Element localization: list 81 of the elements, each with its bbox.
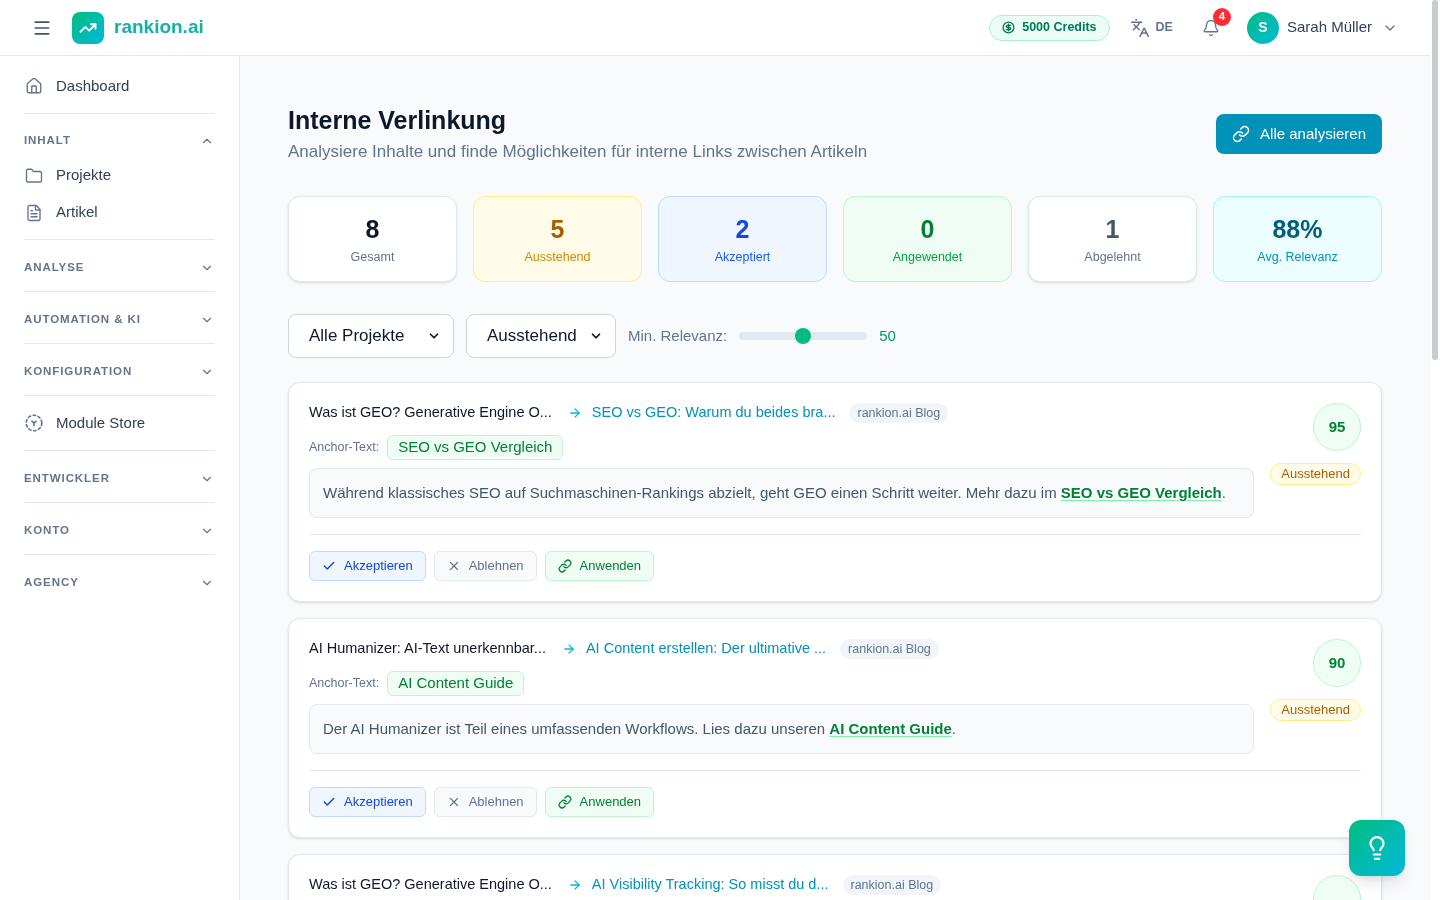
status-select[interactable]: Ausstehend bbox=[466, 314, 616, 358]
status-badge: Ausstehend bbox=[1270, 699, 1361, 721]
stat-label: Akzeptiert bbox=[714, 249, 771, 265]
source-article-title: AI Humanizer: AI-Text unerkennbar... bbox=[309, 639, 546, 659]
stat-label: Gesamt bbox=[350, 249, 395, 265]
accept-button[interactable]: Akzeptieren bbox=[309, 787, 426, 817]
target-article-link[interactable]: AI Visibility Tracking: So misst du d... bbox=[591, 874, 829, 896]
reject-button[interactable]: Ablehnen bbox=[433, 551, 537, 581]
anchor-link[interactable]: SEO vs GEO Vergleich bbox=[1060, 484, 1222, 501]
source-article-title: Was ist GEO? Generative Engine O... bbox=[309, 875, 552, 895]
slider-thumb[interactable] bbox=[795, 328, 812, 344]
sidebar-section-toggle[interactable]: ENTWICKLER bbox=[24, 469, 215, 489]
accept-button[interactable]: Akzeptieren bbox=[309, 551, 426, 581]
context-snippet: Der AI Humanizer ist Teil eines umfassenden Workflows. Lies dazu unseren AI Content Guide. bbox=[309, 704, 1254, 754]
page-subtitle: Analysiere Inhalte und finde Möglichkeiten für interne Links zwischen Artikeln bbox=[288, 141, 868, 163]
page-title: Interne Verlinkung bbox=[288, 105, 508, 136]
brand-name: rankion.ai bbox=[114, 15, 204, 40]
context-snippet: Während klassisches SEO auf Suchmaschinen-Rankings abzielt, geht GEO einen Schritt weiter. Mehr dazu im SEO vs GEO Vergleich. bbox=[309, 468, 1254, 518]
user-menu-button[interactable]: S Sarah Müller bbox=[1246, 11, 1398, 44]
sidebar-link[interactable]: Module Store bbox=[24, 403, 215, 443]
stat-label: Ausstehend bbox=[524, 249, 591, 265]
project-select[interactable]: Alle Projekte bbox=[288, 314, 454, 358]
scrollbar-thumb[interactable] bbox=[1432, 0, 1438, 360]
stat-value: 8 bbox=[365, 214, 380, 245]
site-badge: rankion.ai Blog bbox=[840, 639, 939, 659]
stat-label: Avg. Relevanz bbox=[1257, 249, 1338, 265]
check-icon bbox=[322, 559, 336, 573]
tips-button[interactable] bbox=[1349, 820, 1405, 876]
stat-label: Angewendet bbox=[892, 249, 963, 265]
notification-bell-icon[interactable] bbox=[1201, 18, 1220, 37]
stat-value: 88% bbox=[1272, 214, 1323, 245]
link-icon bbox=[557, 795, 572, 809]
check-icon bbox=[322, 795, 336, 809]
anchor-label: Anchor-Text: bbox=[309, 439, 380, 457]
arrow-right-icon bbox=[567, 406, 582, 420]
relevance-score: 90 bbox=[1313, 639, 1361, 687]
stat-value: 1 bbox=[1105, 214, 1120, 245]
target-article-link[interactable]: AI Content erstellen: Der ultimative ... bbox=[585, 638, 827, 660]
link-icon bbox=[1232, 125, 1251, 143]
stat-value: 5 bbox=[550, 214, 565, 245]
site-badge: rankion.ai Blog bbox=[849, 403, 949, 423]
apply-button[interactable]: Anwenden bbox=[544, 551, 655, 581]
sidebar-section-toggle[interactable]: AGENCY bbox=[24, 573, 215, 593]
document-icon bbox=[25, 203, 43, 222]
link-icon bbox=[557, 559, 572, 573]
sidebar-section-toggle[interactable]: INHALT bbox=[24, 131, 215, 151]
sidebar-section-toggle[interactable]: AUTOMATION & KI bbox=[24, 310, 215, 330]
arrow-right-icon bbox=[561, 642, 576, 656]
dashed-circle-icon bbox=[25, 414, 43, 432]
sidebar-link[interactable]: Projekte bbox=[24, 157, 215, 194]
dollar-coin-icon bbox=[1002, 21, 1016, 34]
notification-count: 4 bbox=[1212, 7, 1231, 26]
status-badge: Ausstehend bbox=[1270, 463, 1361, 485]
sidebar-section-toggle[interactable]: ANALYSE bbox=[24, 258, 215, 278]
sidebar-section-toggle[interactable]: KONTO bbox=[24, 521, 215, 541]
sidebar-link[interactable]: Artikel bbox=[24, 194, 215, 231]
analyze-all-button[interactable]: Alle analysieren bbox=[1216, 114, 1382, 154]
anchor-text-chip: SEO vs GEO Vergleich bbox=[387, 435, 564, 460]
stat-value: 0 bbox=[920, 214, 935, 245]
user-avatar: S bbox=[1246, 11, 1279, 44]
translate-icon bbox=[1129, 17, 1150, 38]
sidebar-link[interactable]: Dashboard bbox=[24, 66, 215, 106]
apply-button[interactable]: Anwenden bbox=[544, 787, 655, 817]
relevance-score: 95 bbox=[1313, 403, 1361, 451]
stat-label: Abgelehnt bbox=[1084, 249, 1141, 265]
sidebar-section-toggle[interactable]: KONFIGURATION bbox=[24, 362, 215, 382]
language-button[interactable]: DE bbox=[1129, 17, 1173, 38]
anchor-link[interactable]: AI Content Guide bbox=[829, 720, 952, 737]
relevance-label: Min. Relevanz: bbox=[628, 325, 728, 346]
stat-value: 2 bbox=[735, 214, 750, 245]
relevance-value: 50 bbox=[879, 325, 896, 346]
credits-badge[interactable]: 5000 Credits bbox=[989, 14, 1110, 41]
anchor-text-chip: AI Content Guide bbox=[387, 671, 525, 696]
target-article-link[interactable]: SEO vs GEO: Warum du beides bra... bbox=[591, 402, 836, 424]
arrow-right-icon bbox=[567, 878, 582, 892]
folder-icon bbox=[25, 166, 43, 185]
reject-button[interactable]: Ablehnen bbox=[433, 787, 537, 817]
anchor-label: Anchor-Text: bbox=[309, 675, 380, 693]
source-article-title: Was ist GEO? Generative Engine O... bbox=[309, 403, 552, 423]
site-badge: rankion.ai Blog bbox=[842, 875, 942, 895]
home-icon bbox=[25, 77, 43, 95]
